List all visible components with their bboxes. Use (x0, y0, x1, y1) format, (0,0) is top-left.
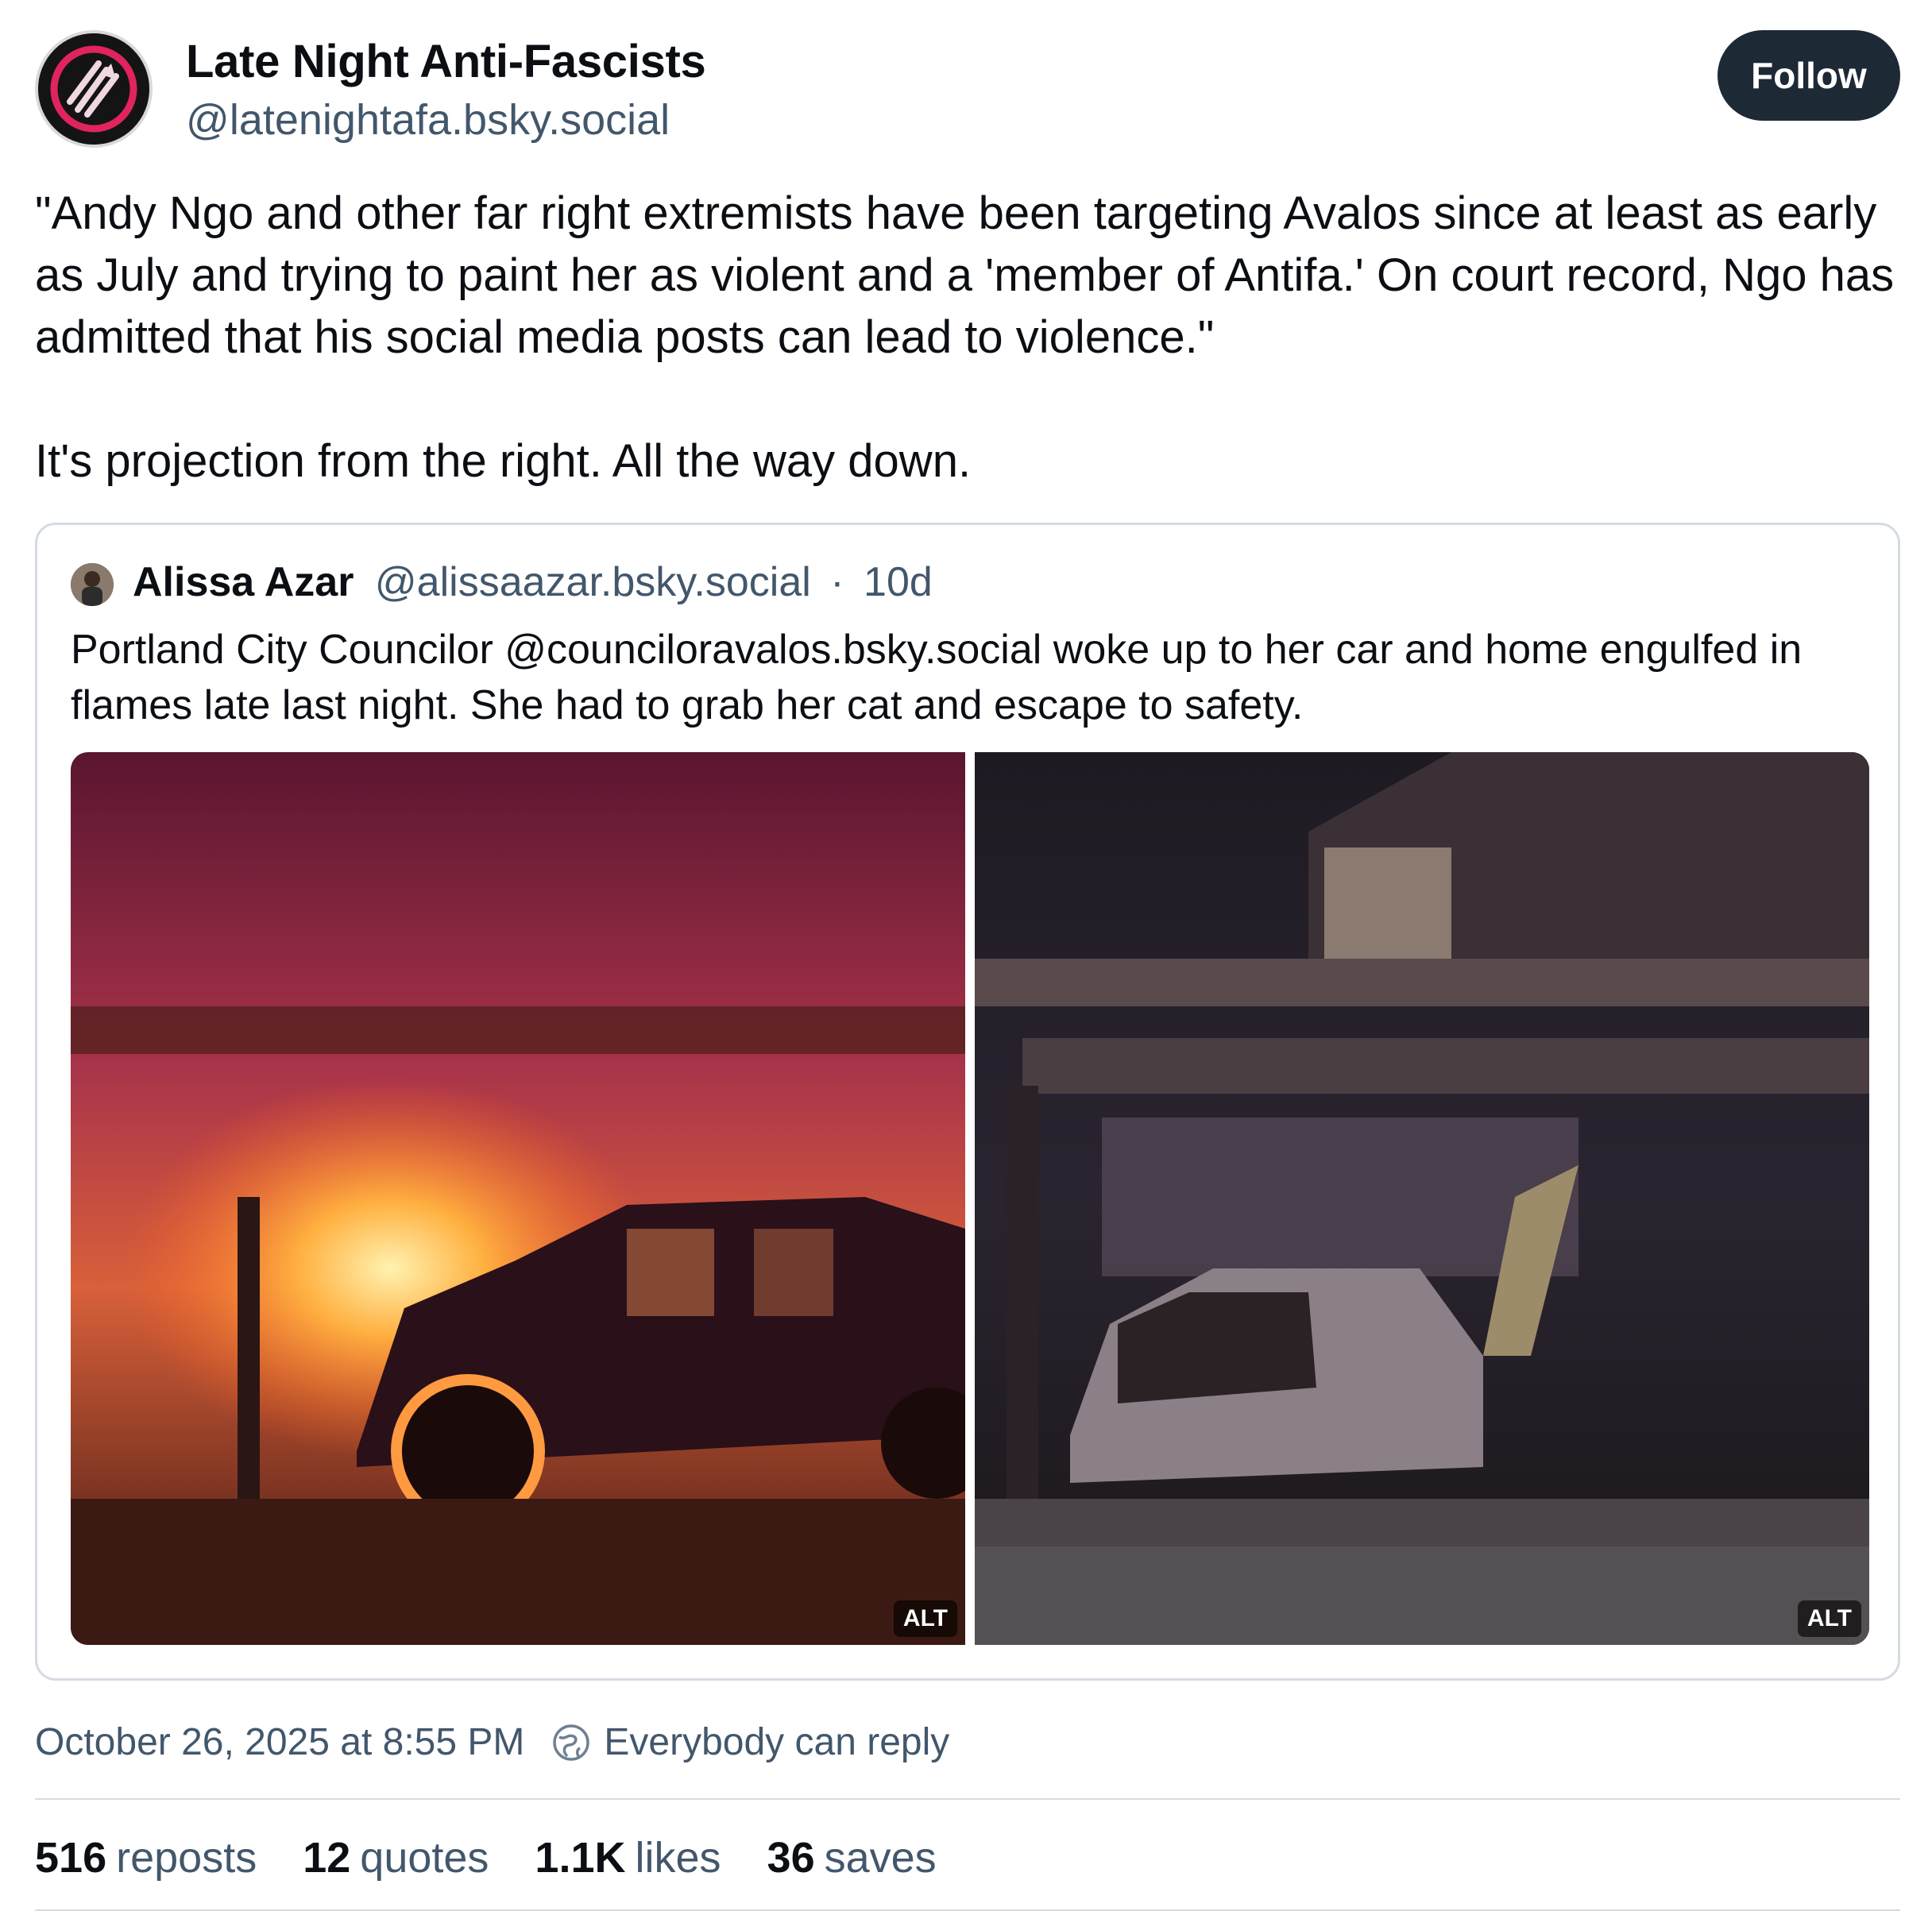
reposts-label: reposts (116, 1834, 257, 1882)
author-handle[interactable]: @latenightafa.bsky.social (186, 95, 670, 145)
post-timestamp[interactable]: October 26, 2025 at 8:55 PM (35, 1720, 524, 1764)
reposts-count: 516 (35, 1834, 107, 1882)
follow-button[interactable]: Follow (1718, 30, 1900, 121)
quote-author-avatar[interactable] (71, 563, 114, 606)
reply-setting-label: Everybody can reply (604, 1721, 950, 1763)
likes-label: likes (635, 1834, 721, 1882)
meta-separator: · (830, 559, 844, 605)
post-meta: October 26, 2025 at 8:55 PM Everybody ca… (35, 1720, 949, 1764)
quotes-count: 12 (303, 1834, 351, 1882)
post-paragraph: "Andy Ngo and other far right extremists… (35, 187, 1895, 363)
three-arrows-icon (38, 33, 149, 145)
likes-stat[interactable]: 1.1K likes (535, 1833, 721, 1882)
quotes-label: quotes (360, 1834, 489, 1882)
quotes-stat[interactable]: 12 quotes (303, 1833, 489, 1882)
divider (35, 1798, 1900, 1800)
globe-icon (553, 1724, 590, 1761)
post-page: Late Night Anti-Fascists @latenightafa.b… (0, 0, 1932, 1911)
quote-image-fire-truck[interactable]: ALT (71, 752, 965, 1645)
author-avatar[interactable] (35, 30, 153, 148)
burned-car-photo (975, 752, 1869, 1645)
saves-count: 36 (767, 1834, 815, 1882)
saves-label: saves (824, 1834, 937, 1882)
person-photo-icon (71, 563, 114, 606)
burning-truck-photo (71, 752, 965, 1645)
post-header: Late Night Anti-Fascists @latenightafa.b… (35, 29, 1900, 148)
quote-meta: Alissa Azar @alissaazar.bsky.social · 10… (133, 558, 933, 606)
quoted-post[interactable]: Alissa Azar @alissaazar.bsky.social · 10… (35, 523, 1900, 1681)
alt-text-button[interactable]: ALT (1797, 1600, 1861, 1637)
author-name[interactable]: Late Night Anti-Fascists (186, 35, 706, 88)
quote-image-burned-carport[interactable]: ALT (975, 752, 1869, 1645)
post-stats: 516 reposts 12 quotes 1.1K likes 36 saves (35, 1833, 983, 1882)
reply-setting[interactable]: Everybody can reply (551, 1720, 949, 1764)
post-paragraph: It's projection from the right. All the … (35, 435, 972, 487)
quote-text: Portland City Councilor @counciloravalos… (71, 627, 1803, 728)
quote-age[interactable]: 10d (864, 559, 933, 605)
likes-count: 1.1K (535, 1834, 626, 1882)
saves-stat[interactable]: 36 saves (767, 1833, 937, 1882)
alt-text-button[interactable]: ALT (893, 1600, 957, 1637)
reposts-stat[interactable]: 516 reposts (35, 1833, 257, 1882)
post-text: "Andy Ngo and other far right extremists… (35, 183, 1910, 492)
quote-images: ALT ALT (71, 752, 1869, 1645)
quote-author-handle[interactable]: @alissaazar.bsky.social (375, 559, 811, 605)
quote-author-name[interactable]: Alissa Azar (133, 559, 354, 605)
